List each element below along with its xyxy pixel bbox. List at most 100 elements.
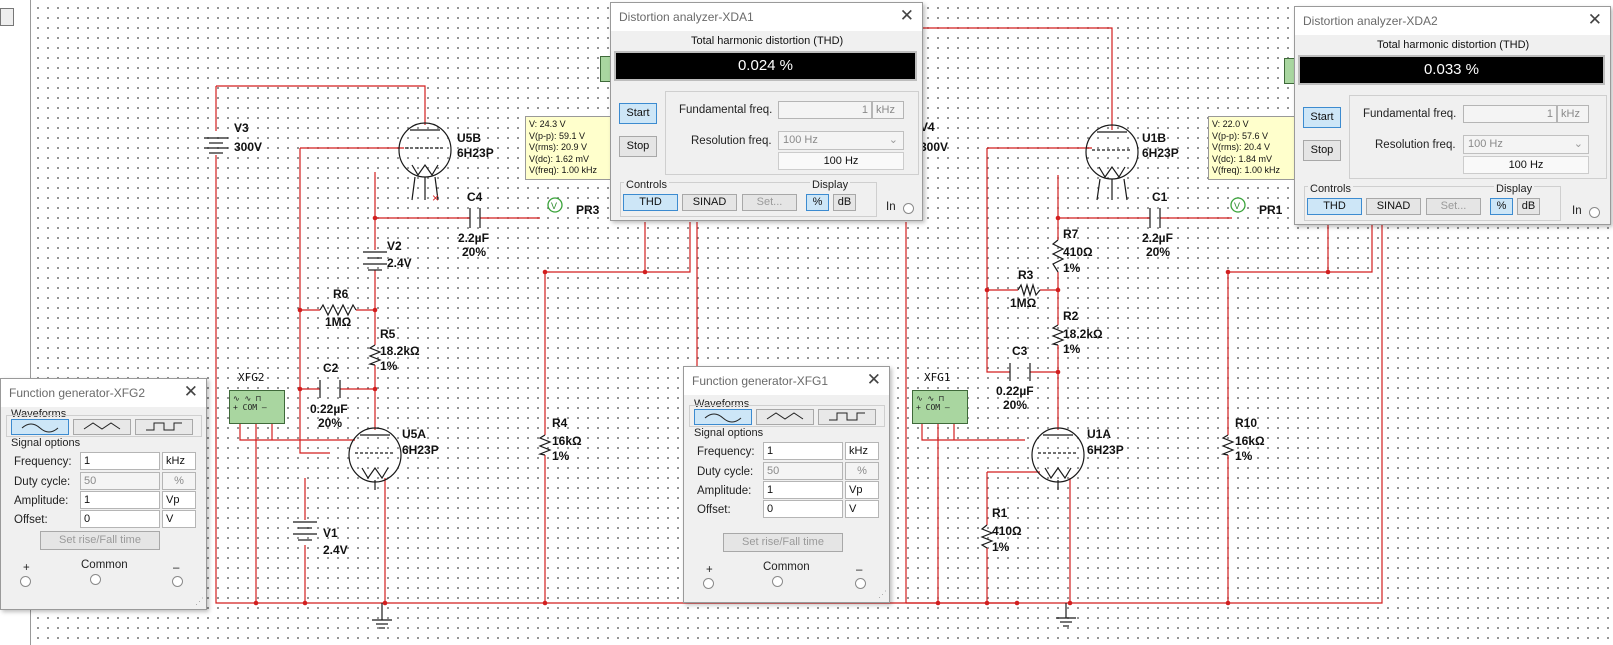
xda2-db-button[interactable]: dB: [1517, 198, 1540, 215]
xfg1-common-terminal[interactable]: [772, 576, 783, 587]
pr3-v: V: 24.3 V: [529, 119, 566, 129]
label-r2-value: 18.2kΩ: [1063, 327, 1103, 341]
pr3-vdc: V(dc): 1.62 mV: [529, 153, 590, 164]
xfg2-titlebar[interactable]: Function generator-XFG2 ✕: [1, 379, 206, 407]
xda2-stop-button[interactable]: Stop: [1303, 140, 1341, 161]
xfg2-common-label: Common: [81, 559, 128, 571]
xfg2-rise-fall-button[interactable]: Set rise/Fall time: [40, 531, 160, 550]
xda1-start-button[interactable]: Start: [619, 103, 657, 124]
xfg1-offset-unit[interactable]: V: [845, 500, 879, 518]
xfg2-jacks: ∿ ∿ ⊓ + COM –: [233, 394, 267, 412]
function-generator-xfg1-window: Function generator-XFG1 ✕ Waveforms Sign…: [683, 366, 890, 603]
label-c4: C4: [467, 190, 483, 204]
xfg1-duty-input[interactable]: 50: [763, 462, 843, 480]
xfg1-amplitude-unit[interactable]: Vp: [845, 481, 879, 499]
xda1-percent-button[interactable]: %: [806, 194, 829, 211]
close-icon[interactable]: ✕: [867, 370, 881, 390]
xda2-in-terminal[interactable]: [1589, 207, 1600, 218]
xfg2-plus-label: +: [23, 562, 30, 574]
label-v3-value: 300V: [234, 140, 262, 154]
label-r2: R2: [1063, 309, 1079, 323]
xda2-start-button[interactable]: Start: [1303, 107, 1341, 128]
label-c3: C3: [1012, 344, 1028, 358]
label-v2-value: 2.4V: [387, 256, 412, 270]
xfg2-offset-input[interactable]: 0: [80, 510, 160, 528]
label-r6-value: 1MΩ: [325, 315, 352, 329]
xda2-fund-input[interactable]: 1: [1463, 105, 1557, 123]
xfg1-titlebar[interactable]: Function generator-XFG1 ✕: [684, 367, 889, 395]
label-r5-tol: 1%: [380, 359, 398, 373]
xda1-in-label: In: [886, 201, 896, 213]
label-c2-value: 0.22µF: [310, 402, 348, 416]
xfg2-amplitude-input[interactable]: 1: [80, 491, 160, 509]
xda2-res-value: 100 Hz: [1463, 156, 1589, 174]
xfg2-frequency-unit[interactable]: kHz: [162, 452, 196, 470]
xfg1-amplitude-input[interactable]: 1: [763, 481, 843, 499]
label-r1-tol: 1%: [992, 540, 1010, 554]
sine-wave-icon: [704, 413, 742, 423]
pr1-vrms: V(rms): 20.4 V: [1212, 142, 1271, 152]
xda1-stop-button[interactable]: Stop: [619, 136, 657, 157]
xda1-fund-label: Fundamental freq.: [679, 104, 773, 116]
xda1-res-select[interactable]: 100 Hz ⌄: [778, 131, 904, 150]
xfg2-frequency-input[interactable]: 1: [80, 452, 160, 470]
xda2-res-select[interactable]: 100 Hz ⌄: [1463, 135, 1589, 154]
xfg2-minus-terminal[interactable]: [172, 576, 183, 587]
label-r10-tol: 1%: [1235, 449, 1253, 463]
xfg2-plus-terminal[interactable]: [20, 576, 31, 587]
xda2-thd-button[interactable]: THD: [1307, 198, 1362, 215]
xda2-set-button[interactable]: Set...: [1426, 198, 1481, 215]
sine-wave-button[interactable]: [11, 419, 69, 435]
xfg1-title: Function generator-XFG1: [692, 374, 829, 388]
xda1-sinad-button[interactable]: SINAD: [682, 194, 737, 211]
xda2-fund-unit[interactable]: kHz: [1557, 105, 1589, 123]
resistor-r4: [537, 434, 552, 456]
xda2-sinad-button[interactable]: SINAD: [1366, 198, 1421, 215]
xfg2-instrument-icon[interactable]: ∿ ∿ ⊓ + COM –: [229, 390, 285, 424]
xfg2-common-terminal[interactable]: [90, 574, 101, 585]
label-r4-tol: 1%: [552, 449, 570, 463]
pr3-vfreq: V(freq): 1.00 kHz: [529, 165, 598, 175]
xfg2-duty-input[interactable]: 50: [80, 472, 160, 490]
xfg1-common-label: Common: [763, 561, 810, 573]
triangle-wave-button[interactable]: [756, 409, 814, 425]
xfg1-plus-label: +: [706, 564, 713, 576]
square-wave-button[interactable]: [818, 409, 876, 425]
close-icon[interactable]: ✕: [900, 6, 914, 26]
triangle-wave-button[interactable]: [73, 419, 131, 435]
xfg1-plus-terminal[interactable]: [703, 578, 714, 589]
xda1-thd-heading: Total harmonic distortion (THD): [691, 35, 844, 47]
xfg2-offset-unit[interactable]: V: [162, 510, 196, 528]
label-c1: C1: [1152, 190, 1168, 204]
xfg1-instrument-icon[interactable]: ∿ ∿ ⊓ + COM –: [912, 390, 968, 424]
close-icon[interactable]: ✕: [1588, 10, 1602, 30]
xda1-fund-input[interactable]: 1: [778, 101, 872, 119]
capacitor-c1: [1149, 208, 1161, 228]
xfg2-amplitude-unit[interactable]: Vp: [162, 491, 196, 509]
close-icon[interactable]: ✕: [184, 382, 198, 402]
xda2-titlebar[interactable]: Distortion analyzer-XDA2 ✕: [1295, 7, 1610, 35]
xda1-db-button[interactable]: dB: [833, 194, 856, 211]
resize-grip-icon[interactable]: ⋰: [195, 596, 204, 607]
xda1-titlebar[interactable]: Distortion analyzer-XDA1 ✕: [611, 3, 922, 31]
xda1-thd-button[interactable]: THD: [623, 194, 678, 211]
label-u5b: U5B: [457, 131, 481, 145]
label-u5b-type: 6H23P: [457, 146, 494, 160]
sine-wave-button[interactable]: [694, 409, 752, 425]
xda2-in-label: In: [1572, 205, 1582, 217]
xda1-fund-unit[interactable]: kHz: [872, 101, 904, 119]
square-wave-button[interactable]: [135, 419, 193, 435]
tube-u5b: [398, 122, 452, 201]
xfg2-minus-label: –: [173, 562, 180, 574]
xfg1-offset-input[interactable]: 0: [763, 500, 843, 518]
xfg1-frequency-input[interactable]: 1: [763, 442, 843, 460]
xfg1-minus-terminal[interactable]: [855, 578, 866, 589]
pr1-vdc: V(dc): 1.84 mV: [1212, 153, 1273, 164]
xda2-percent-button[interactable]: %: [1490, 198, 1513, 215]
xfg1-rise-fall-button[interactable]: Set rise/Fall time: [723, 533, 843, 552]
xda1-in-terminal[interactable]: [903, 203, 914, 214]
xfg1-frequency-unit[interactable]: kHz: [845, 442, 879, 460]
xda1-set-button[interactable]: Set...: [742, 194, 797, 211]
label-r1: R1: [992, 506, 1008, 520]
resize-grip-icon[interactable]: ⋰: [878, 589, 887, 600]
